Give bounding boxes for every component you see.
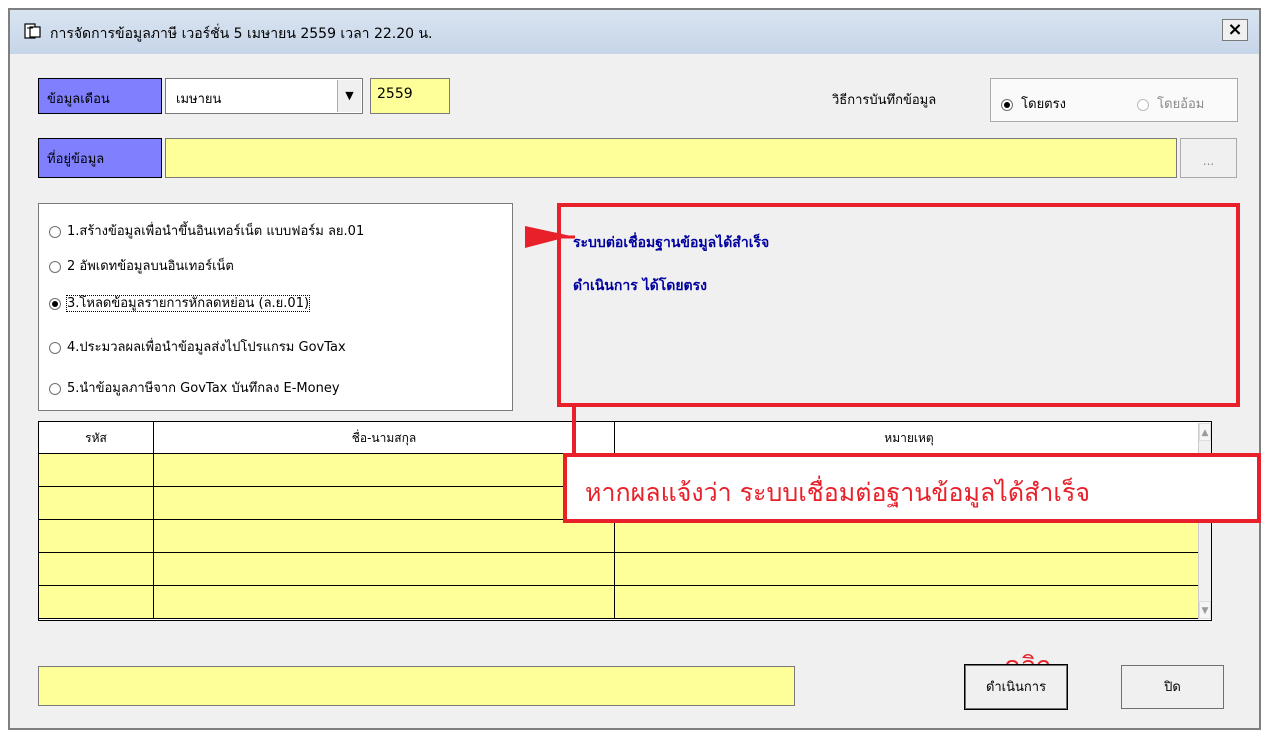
table-cell[interactable] — [154, 586, 615, 618]
column-header-name[interactable]: ชื่อ-นามสกุล — [154, 422, 615, 454]
radio-icon — [49, 382, 61, 395]
close-button[interactable]: ปิด — [1121, 665, 1224, 709]
operation-label: 3.โหลดข้อมูลรายการหักลดหย่อน (ล.ย.01) — [65, 295, 311, 312]
save-mode-direct-label: โดยตรง — [1021, 97, 1066, 112]
operation-label: 1.สร้างข้อมูลเพื่อนำขึ้นอินเทอร์เน็ต แบบ… — [67, 224, 365, 239]
operation-option-1[interactable]: 1.สร้างข้อมูลเพื่อนำขึ้นอินเทอร์เน็ต แบบ… — [49, 220, 364, 241]
path-input[interactable] — [165, 138, 1177, 178]
save-mode-label: วิธีการบันทึกข้อมูล — [832, 93, 937, 108]
operation-label: 2 อัพเดทข้อมูลบนอินเทอร์เน็ต — [67, 259, 234, 274]
annotation-arrow-icon — [525, 226, 575, 248]
grid-header: รหัส ชื่อ-นามสกุล หมายเหตุ — [39, 422, 1203, 454]
close-window-button[interactable]: × — [1222, 19, 1248, 41]
month-label: ข้อมูลเดือน — [38, 78, 162, 114]
table-cell[interactable] — [615, 553, 1203, 585]
table-cell[interactable] — [39, 487, 154, 519]
annotation-callout: หากผลแจ้งว่า ระบบเชื่อมต่อฐานข้อมูลได้สำ… — [563, 453, 1261, 523]
app-icon — [24, 23, 41, 39]
save-mode-direct-radio[interactable]: โดยตรง — [1001, 93, 1066, 114]
table-cell[interactable] — [39, 586, 154, 618]
save-mode-group: โดยตรง โดยอ้อม — [990, 78, 1238, 122]
browse-button[interactable]: ... — [1180, 138, 1237, 178]
operation-label: 5.นำข้อมูลภาษีจาก GovTax บันทึกลง E-Mone… — [67, 381, 340, 396]
save-mode-indirect-radio[interactable]: โดยอ้อม — [1137, 93, 1204, 114]
run-button[interactable]: ดำเนินการ — [964, 664, 1068, 710]
operation-option-3[interactable]: 3.โหลดข้อมูลรายการหักลดหย่อน (ล.ย.01) — [49, 292, 311, 313]
month-value: เมษายน — [176, 92, 222, 107]
status-field — [38, 666, 795, 706]
table-row[interactable] — [39, 553, 1203, 586]
operation-option-2[interactable]: 2 อัพเดทข้อมูลบนอินเทอร์เน็ต — [49, 255, 234, 276]
table-cell[interactable] — [154, 487, 615, 519]
window-title: การจัดการข้อมูลภาษี เวอร์ชั่น 5 เมษายน 2… — [50, 26, 433, 42]
table-cell[interactable] — [39, 454, 154, 486]
chevron-down-icon[interactable]: ▼ — [337, 80, 361, 112]
operation-label: 4.ประมวลผลเพื่อนำข้อมูลส่งไปโปรแกรม GovT… — [67, 340, 346, 355]
table-row[interactable] — [39, 586, 1203, 619]
radio-selected-icon — [49, 297, 61, 310]
table-cell[interactable] — [154, 553, 615, 585]
operation-option-5[interactable]: 5.นำข้อมูลภาษีจาก GovTax บันทึกลง E-Mone… — [49, 377, 340, 398]
operation-option-4[interactable]: 4.ประมวลผลเพื่อนำข้อมูลส่งไปโปรแกรม GovT… — [49, 336, 346, 357]
path-label: ที่อยู่ข้อมูล — [38, 138, 162, 178]
radio-selected-icon — [1001, 98, 1013, 111]
table-cell[interactable] — [154, 454, 615, 486]
annotation-highlight-box — [557, 203, 1240, 407]
table-cell[interactable] — [39, 553, 154, 585]
month-select[interactable]: เมษายน ▼ — [165, 78, 363, 114]
radio-icon — [49, 260, 61, 273]
annotation-callout-text: หากผลแจ้งว่า ระบบเชื่อมต่อฐานข้อมูลได้สำ… — [585, 478, 1091, 507]
column-header-remark[interactable]: หมายเหตุ — [615, 422, 1203, 454]
operation-options: 1.สร้างข้อมูลเพื่อนำขึ้นอินเทอร์เน็ต แบบ… — [38, 203, 513, 411]
table-cell[interactable] — [154, 520, 615, 552]
table-cell[interactable] — [615, 586, 1203, 618]
annotation-connector — [572, 404, 576, 454]
scroll-up-icon[interactable]: ▲ — [1199, 423, 1211, 441]
radio-icon — [49, 225, 61, 238]
table-cell[interactable] — [39, 520, 154, 552]
save-mode-indirect-label: โดยอ้อม — [1157, 97, 1205, 112]
radio-icon — [1137, 98, 1149, 111]
table-row[interactable] — [39, 520, 1203, 553]
radio-icon — [49, 341, 61, 354]
year-input[interactable]: 2559 — [370, 78, 450, 114]
table-cell[interactable] — [615, 520, 1203, 552]
title-bar: การจัดการข้อมูลภาษี เวอร์ชั่น 5 เมษายน 2… — [10, 10, 1259, 54]
scroll-down-icon[interactable]: ▼ — [1199, 601, 1211, 619]
column-header-code[interactable]: รหัส — [39, 422, 154, 454]
